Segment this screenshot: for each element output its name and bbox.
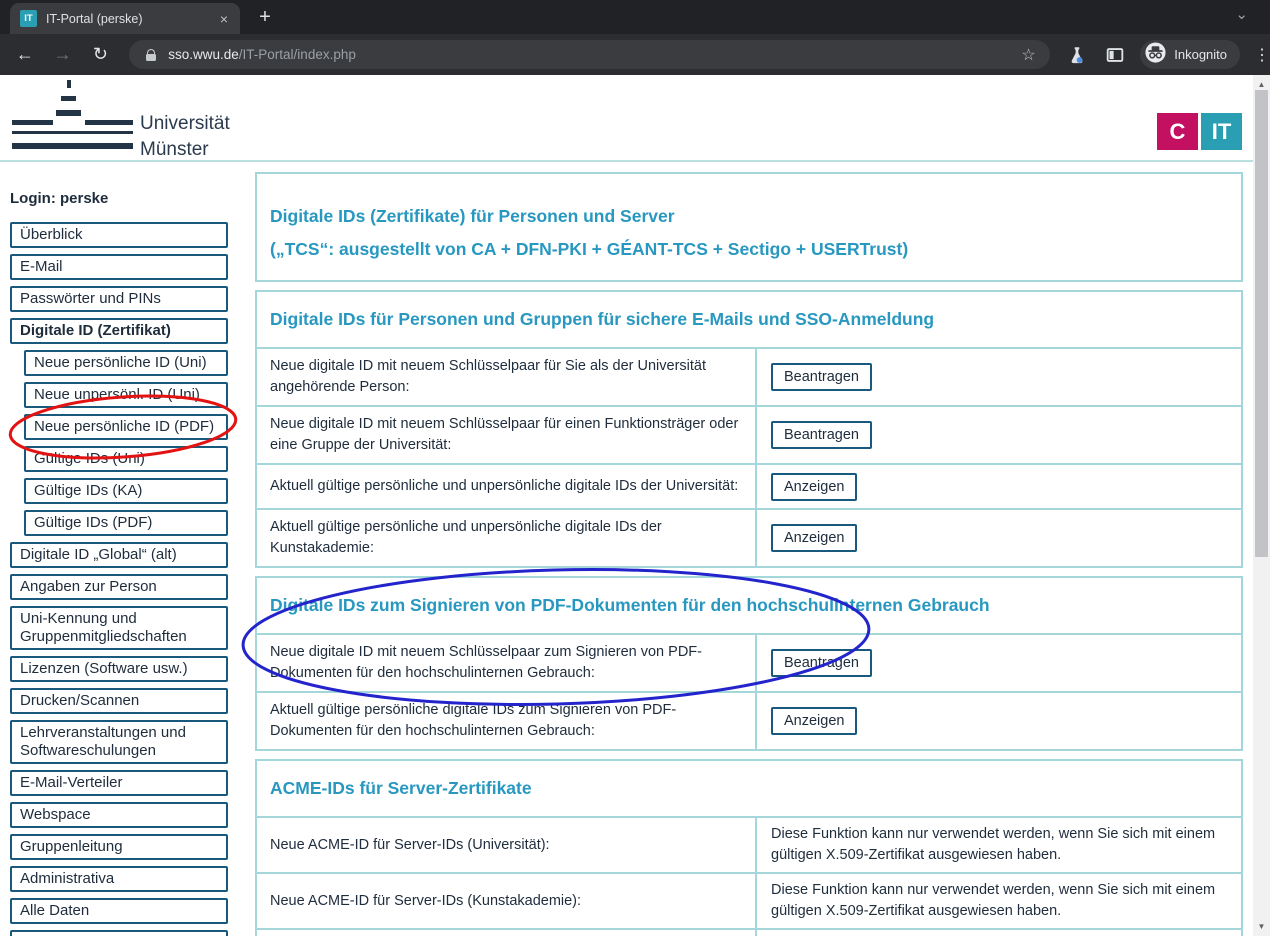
anzeigen-button[interactable]: Anzeigen <box>771 524 857 552</box>
anzeigen-button[interactable]: Anzeigen <box>771 707 857 735</box>
sidebar-item-angaben-zur-person[interactable]: Angaben zur Person <box>10 574 228 600</box>
browser-menu-icon[interactable]: ⋮ <box>1254 45 1270 65</box>
anzeigen-button[interactable]: Anzeigen <box>771 473 857 501</box>
section-heading: Digitale IDs für Personen und Gruppen fü… <box>270 309 934 329</box>
row-label: Neue digitale ID mit neuem Schlüsselpaar… <box>257 635 757 691</box>
scrollbar-up-icon[interactable]: ▲ <box>1253 80 1270 89</box>
row-label: Gültige ACME-ID für Server-IDs (Universi… <box>257 930 757 936</box>
experiments-flask-icon[interactable] <box>1065 43 1089 67</box>
site-favicon-icon: IT <box>20 10 37 27</box>
reload-button[interactable]: ↻ <box>89 44 113 65</box>
sidebar-item-drucken-scannen[interactable]: Drucken/Scannen <box>10 688 228 714</box>
sidebar-item-gueltige-ids-uni[interactable]: Gültige IDs (Uni) <box>24 446 228 472</box>
page-title-line1: Digitale IDs (Zertifikate) für Personen … <box>270 206 1228 226</box>
sidebar-item-webspace[interactable]: Webspace <box>10 802 228 828</box>
url-domain: sso.wwu.de <box>168 47 239 62</box>
table-row: Neue ACME-ID für Server-IDs (Kunstakadem… <box>257 872 1241 928</box>
sidebar-item-neue-unpersoenl-id-uni[interactable]: Neue unpersönl. ID (Uni) <box>24 382 228 408</box>
sidebar-item-ueberblick[interactable]: Überblick <box>10 222 228 248</box>
table-row: Neue digitale ID mit neuem Schlüsselpaar… <box>257 405 1241 463</box>
row-note: Diese Funktion kann nur verwendet werden… <box>757 874 1241 928</box>
page-title-line2: („TCS“: ausgestellt von CA + DFN-PKI + G… <box>270 239 1228 259</box>
section-heading: ACME-IDs für Server-Zertifikate <box>270 778 532 798</box>
table-row: Aktuell gültige persönliche und unpersön… <box>257 508 1241 566</box>
row-note: Diese Funktion kann nur verwendet werden… <box>757 930 1241 936</box>
scrollbar-down-icon[interactable]: ▼ <box>1253 922 1270 931</box>
sidebar-item-administrativa[interactable]: Administrativa <box>10 866 228 892</box>
sidebar-item-neue-persoenliche-id-pdf[interactable]: Neue persönliche ID (PDF) <box>24 414 228 440</box>
browser-tab[interactable]: IT IT-Portal (perske) × <box>10 3 240 34</box>
forward-button: → <box>51 44 75 65</box>
row-label: Aktuell gültige persönliche und unpersön… <box>257 465 757 508</box>
back-button[interactable]: ← <box>13 44 37 65</box>
row-label: Neue digitale ID mit neuem Schlüsselpaar… <box>257 407 757 463</box>
tab-title: IT-Portal (perske) <box>46 12 210 26</box>
bookmark-star-icon[interactable]: ☆ <box>1021 45 1035 65</box>
table-row: Neue digitale ID mit neuem Schlüsselpaar… <box>257 347 1241 405</box>
row-label: Neue ACME-ID für Server-IDs (Kunstakadem… <box>257 874 757 928</box>
beantragen-button[interactable]: Beantragen <box>771 421 872 449</box>
tab-strip: IT IT-Portal (perske) × + ⌄ <box>0 0 1270 34</box>
sidebar-item-gueltige-ids-pdf[interactable]: Gültige IDs (PDF) <box>24 510 228 536</box>
sidebar-item-email-verteiler[interactable]: E-Mail-Verteiler <box>10 770 228 796</box>
sidebar-item-gueltige-ids-ka[interactable]: Gültige IDs (KA) <box>24 478 228 504</box>
section-personal-ids-table: Digitale IDs für Personen und Gruppen fü… <box>255 290 1243 568</box>
section-heading: Digitale IDs zum Signieren von PDF-Dokum… <box>270 595 990 615</box>
lock-icon[interactable] <box>145 49 157 61</box>
table-row: Neue digitale ID mit neuem Schlüsselpaar… <box>257 633 1241 691</box>
sidebar-item-gruppenleitung[interactable]: Gruppenleitung <box>10 834 228 860</box>
incognito-badge: Inkognito <box>1140 40 1240 69</box>
page-content: Universität Münster C IT Login: perske Ü… <box>0 75 1270 936</box>
main-content: Digitale IDs (Zertifikate) für Personen … <box>255 172 1243 936</box>
table-row: Neue ACME-ID für Server-IDs (Universität… <box>257 816 1241 872</box>
tab-search-chevron-icon[interactable]: ⌄ <box>1235 5 1248 23</box>
sidebar-item-email[interactable]: E-Mail <box>10 254 228 280</box>
section-pdf-ids-table: Digitale IDs zum Signieren von PDF-Dokum… <box>255 576 1243 751</box>
cit-logo-c: C <box>1157 113 1198 150</box>
login-status: Login: perske <box>10 190 108 207</box>
incognito-spy-icon <box>1144 41 1167 69</box>
sidebar-item-neue-persoenliche-id-uni[interactable]: Neue persönliche ID (Uni) <box>24 350 228 376</box>
row-note: Diese Funktion kann nur verwendet werden… <box>757 818 1241 872</box>
intro-heading-box: Digitale IDs (Zertifikate) für Personen … <box>255 172 1243 282</box>
sidebar-item-lizenzen[interactable]: Lizenzen (Software usw.) <box>10 656 228 682</box>
sidebar-item-cutoff[interactable] <box>10 930 228 936</box>
sidebar-item-digitale-id-global[interactable]: Digitale ID „Global“ (alt) <box>10 542 228 568</box>
incognito-label: Inkognito <box>1174 47 1227 62</box>
scrollbar-thumb[interactable] <box>1255 90 1268 557</box>
beantragen-button[interactable]: Beantragen <box>771 649 872 677</box>
sidebar-item-lehrveranstaltungen[interactable]: Lehrveranstaltungen und Softwareschulung… <box>10 720 228 764</box>
url-text[interactable]: sso.wwu.de/IT-Portal/index.php <box>168 47 1021 62</box>
sidebar-nav: Überblick E-Mail Passwörter und PINs Dig… <box>10 222 228 936</box>
sidebar-item-passwoerter[interactable]: Passwörter und PINs <box>10 286 228 312</box>
university-name: Universität Münster <box>140 111 230 163</box>
beantragen-button[interactable]: Beantragen <box>771 363 872 391</box>
section-acme-ids-table: ACME-IDs für Server-Zertifikate Neue ACM… <box>255 759 1243 936</box>
side-panel-icon[interactable] <box>1104 43 1128 67</box>
cit-logo: C IT <box>1157 113 1242 150</box>
tab-close-icon[interactable]: × <box>216 11 232 27</box>
url-path: /IT-Portal/index.php <box>239 47 356 62</box>
row-label: Aktuell gültige persönliche digitale IDs… <box>257 693 757 749</box>
cit-logo-it: IT <box>1201 113 1242 150</box>
new-tab-button[interactable]: + <box>252 4 278 30</box>
sidebar-item-alle-daten[interactable]: Alle Daten <box>10 898 228 924</box>
row-label: Neue digitale ID mit neuem Schlüsselpaar… <box>257 349 757 405</box>
sidebar-item-uni-kennung[interactable]: Uni-Kennung und Gruppenmitgliedschaften <box>10 606 228 650</box>
browser-toolbar: ← → ↻ sso.wwu.de/IT-Portal/index.php ☆ I… <box>0 34 1270 75</box>
row-label: Aktuell gültige persönliche und unpersön… <box>257 510 757 566</box>
table-row: Aktuell gültige persönliche digitale IDs… <box>257 691 1241 749</box>
table-row: Aktuell gültige persönliche und unpersön… <box>257 463 1241 508</box>
page-scrollbar[interactable]: ▲ ▼ <box>1253 75 1270 936</box>
sidebar-item-digitale-id[interactable]: Digitale ID (Zertifikat) <box>10 318 228 344</box>
row-label: Neue ACME-ID für Server-IDs (Universität… <box>257 818 757 872</box>
header-divider <box>0 160 1253 162</box>
table-row: Gültige ACME-ID für Server-IDs (Universi… <box>257 928 1241 936</box>
url-bar[interactable]: sso.wwu.de/IT-Portal/index.php ☆ <box>129 40 1050 69</box>
